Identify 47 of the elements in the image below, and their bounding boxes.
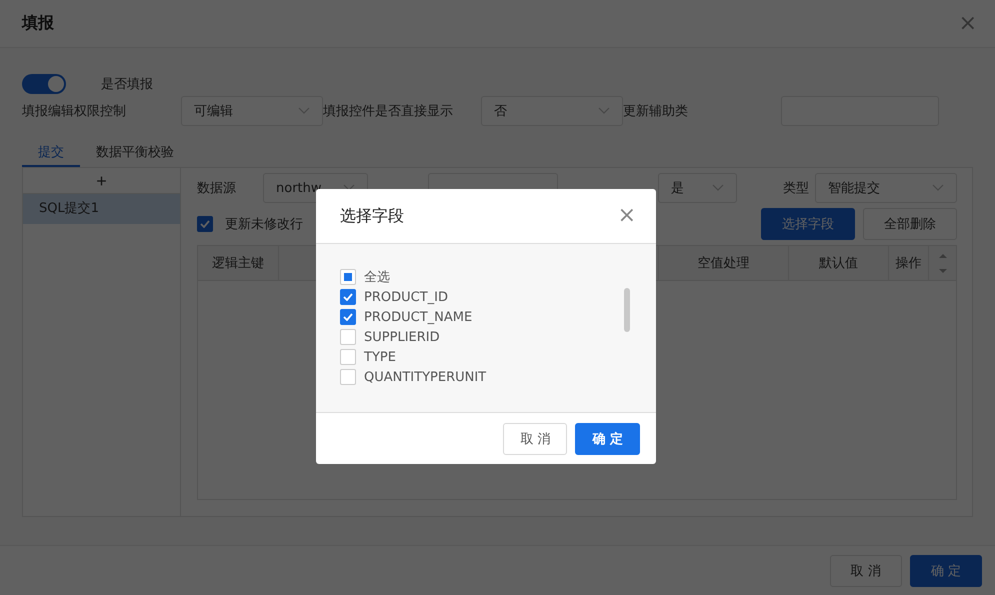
chevron-down-icon <box>712 184 724 192</box>
column-header: 空值处理 <box>659 246 789 280</box>
check-icon <box>200 220 210 228</box>
footer-button[interactable]: 确 定 <box>910 554 982 586</box>
field-option: QUANTITYPERUNIT <box>364 370 486 384</box>
dialog-button[interactable]: 确 定 <box>575 422 640 454</box>
field-label: 类型 <box>782 180 810 197</box>
sidebar-item[interactable]: SQL提交1 <box>23 194 180 224</box>
action-button[interactable]: 选择字段 <box>761 208 855 240</box>
close-button[interactable]: × <box>958 12 977 34</box>
window-title: 填报 <box>22 13 54 34</box>
field-option: PRODUCT_ID <box>364 290 448 304</box>
field-option: TYPE <box>364 350 396 364</box>
column-header: 默认值 <box>789 246 889 280</box>
column-header: 逻辑主键 <box>198 246 279 280</box>
chevron-down-icon <box>932 184 944 192</box>
column-header: 操作 <box>889 246 929 280</box>
toggle-switch[interactable] <box>22 74 66 94</box>
dropdown[interactable]: 否 <box>481 96 623 126</box>
dropdown[interactable]: 是 <box>658 173 737 203</box>
scroll-arrows-icon <box>939 254 947 273</box>
field-label: 数据源 <box>197 180 237 197</box>
checkbox[interactable] <box>197 216 213 232</box>
tab[interactable]: 数据平衡校验 <box>80 138 190 167</box>
close-button[interactable]: × <box>618 205 636 227</box>
checkbox[interactable] <box>340 289 356 305</box>
scrollbar[interactable] <box>624 288 630 332</box>
footer-button[interactable]: 取 消 <box>830 554 902 586</box>
chevron-down-icon <box>343 184 355 192</box>
field-option: PRODUCT_NAME <box>364 310 472 324</box>
field-label: 填报控件是否直接显示 <box>323 103 454 120</box>
check-icon <box>343 313 353 321</box>
dialog-button[interactable]: 取 消 <box>503 422 568 454</box>
field-option: SUPPLIERID <box>364 330 440 344</box>
check-icon <box>343 293 353 301</box>
field-label: 填报编辑权限控制 <box>22 103 127 120</box>
dialog-title: 选择字段 <box>340 206 404 226</box>
checkbox-label: 更新未修改行 <box>225 216 303 233</box>
action-button[interactable]: 全部删除 <box>863 208 957 240</box>
dropdown[interactable]: 智能提交 <box>815 173 957 203</box>
chevron-down-icon <box>598 107 610 115</box>
dropdown[interactable]: 可编辑 <box>181 96 323 126</box>
checkbox-label: 全选 <box>364 269 390 286</box>
chevron-down-icon <box>298 107 310 115</box>
checkbox[interactable] <box>340 309 356 325</box>
field-label: 更新辅助类 <box>623 103 689 120</box>
toggle-label: 是否填报 <box>101 76 153 93</box>
